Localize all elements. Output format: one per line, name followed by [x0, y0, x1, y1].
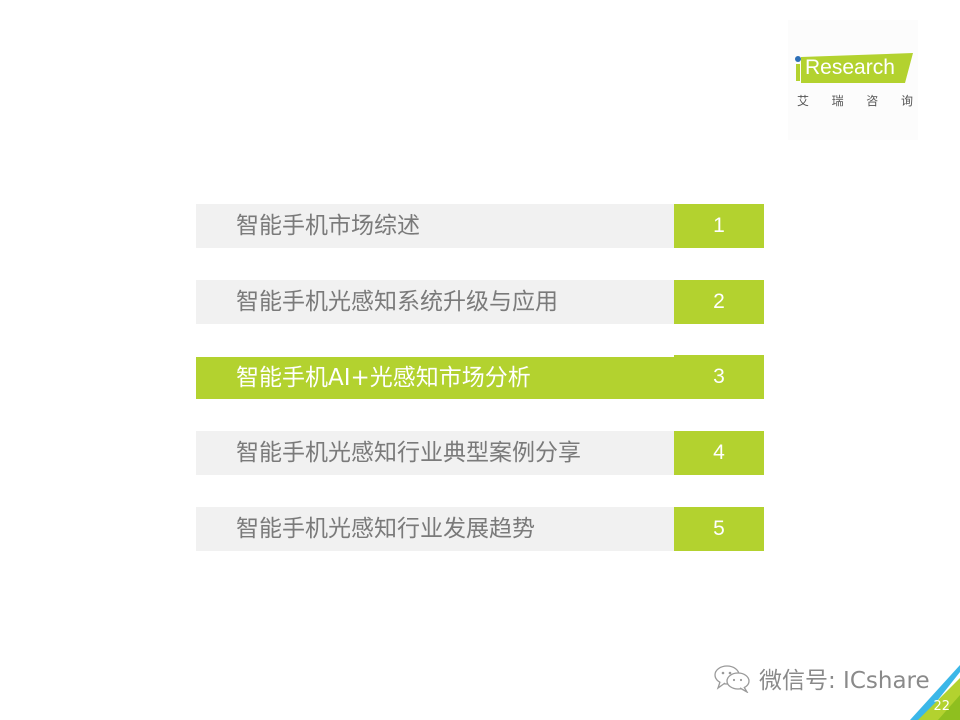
page-number: 22 [933, 699, 950, 714]
toc-item-label: 智能手机光感知行业发展趋势 [236, 516, 535, 542]
logo-char: 艾 [796, 94, 809, 108]
iresearch-logo: Research 艾 瑞 咨 询 [788, 20, 918, 140]
toc-item-3-active[interactable]: 智能手机AI+光感知市场分析 3 [196, 355, 764, 399]
toc-item-number: 2 [674, 280, 764, 324]
toc-item-4[interactable]: 智能手机光感知行业典型案例分享 4 [196, 431, 764, 475]
logo-char: 瑞 [831, 94, 844, 108]
toc-item-number: 1 [674, 204, 764, 248]
toc-item-label: 智能手机光感知系统升级与应用 [236, 289, 558, 315]
toc-item-1[interactable]: 智能手机市场综述 1 [196, 204, 764, 248]
toc-item-2[interactable]: 智能手机光感知系统升级与应用 2 [196, 280, 764, 324]
toc-item-5[interactable]: 智能手机光感知行业发展趋势 5 [196, 507, 764, 551]
wechat-icon [714, 665, 750, 693]
toc-item-label: 智能手机市场综述 [236, 213, 420, 239]
toc-item-number: 5 [674, 507, 764, 551]
toc-item-number: 3 [674, 355, 764, 399]
logo-char: 咨 [866, 94, 879, 108]
toc-item-label: 智能手机光感知行业典型案例分享 [236, 440, 581, 466]
toc-item-label: 智能手机AI+光感知市场分析 [236, 365, 531, 391]
toc-item-number: 4 [674, 431, 764, 475]
logo-chinese-name: 艾 瑞 咨 询 [795, 92, 915, 109]
logo-char: 询 [900, 94, 913, 108]
logo-brand-text: Research [805, 56, 895, 79]
